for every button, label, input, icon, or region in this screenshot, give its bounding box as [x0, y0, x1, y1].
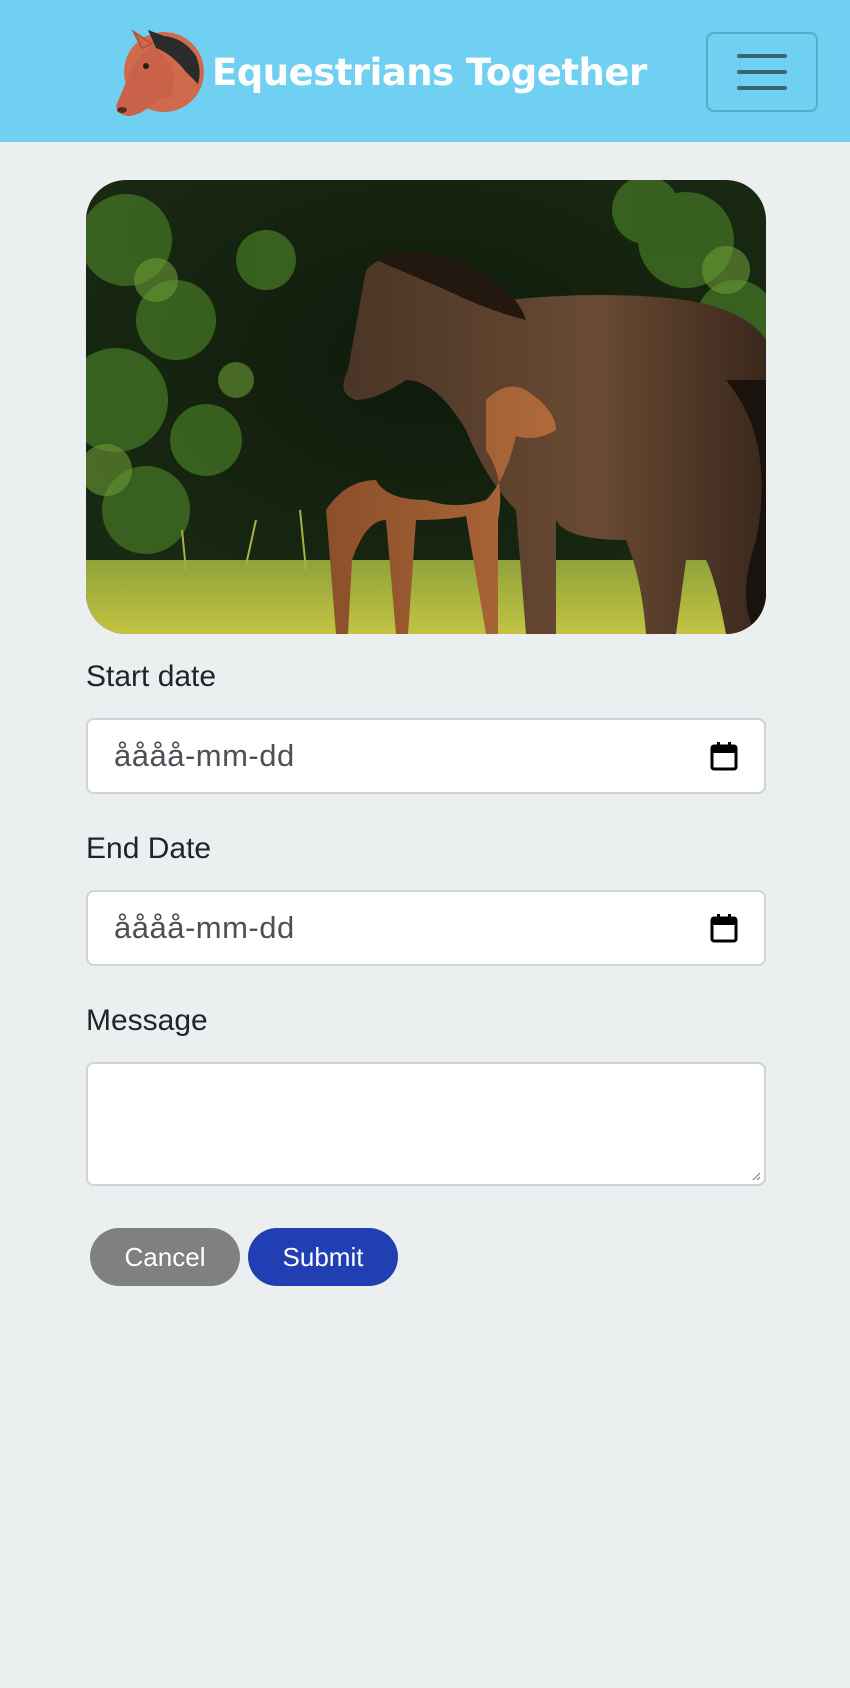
horse-head-icon	[116, 29, 204, 116]
start-date-input[interactable]: åååå-mm-dd	[86, 718, 766, 794]
start-date-value: åååå-mm-dd	[114, 738, 295, 773]
menu-toggle-button[interactable]	[706, 32, 818, 112]
brand-link[interactable]: Equestrians Together	[112, 26, 647, 118]
end-date-input[interactable]: åååå-mm-dd	[86, 890, 766, 966]
brand-name: Equestrians Together	[212, 50, 647, 94]
calendar-icon[interactable]	[710, 741, 738, 771]
navbar: Equestrians Together	[0, 0, 850, 142]
horses-photo	[86, 180, 766, 634]
message-label: Message	[86, 1004, 208, 1037]
resize-grip-icon[interactable]	[751, 1171, 761, 1181]
start-date-label: Start date	[86, 660, 217, 693]
hamburger-line	[737, 86, 787, 90]
end-date-value: åååå-mm-dd	[114, 910, 295, 945]
submit-button[interactable]: Submit	[248, 1228, 398, 1286]
message-textarea[interactable]	[86, 1062, 766, 1186]
hero-image	[86, 180, 766, 634]
end-date-label: End Date	[86, 832, 212, 865]
calendar-icon[interactable]	[710, 913, 738, 943]
hamburger-line	[737, 54, 787, 58]
cancel-button[interactable]: Cancel	[90, 1228, 240, 1286]
hamburger-line	[737, 70, 787, 74]
